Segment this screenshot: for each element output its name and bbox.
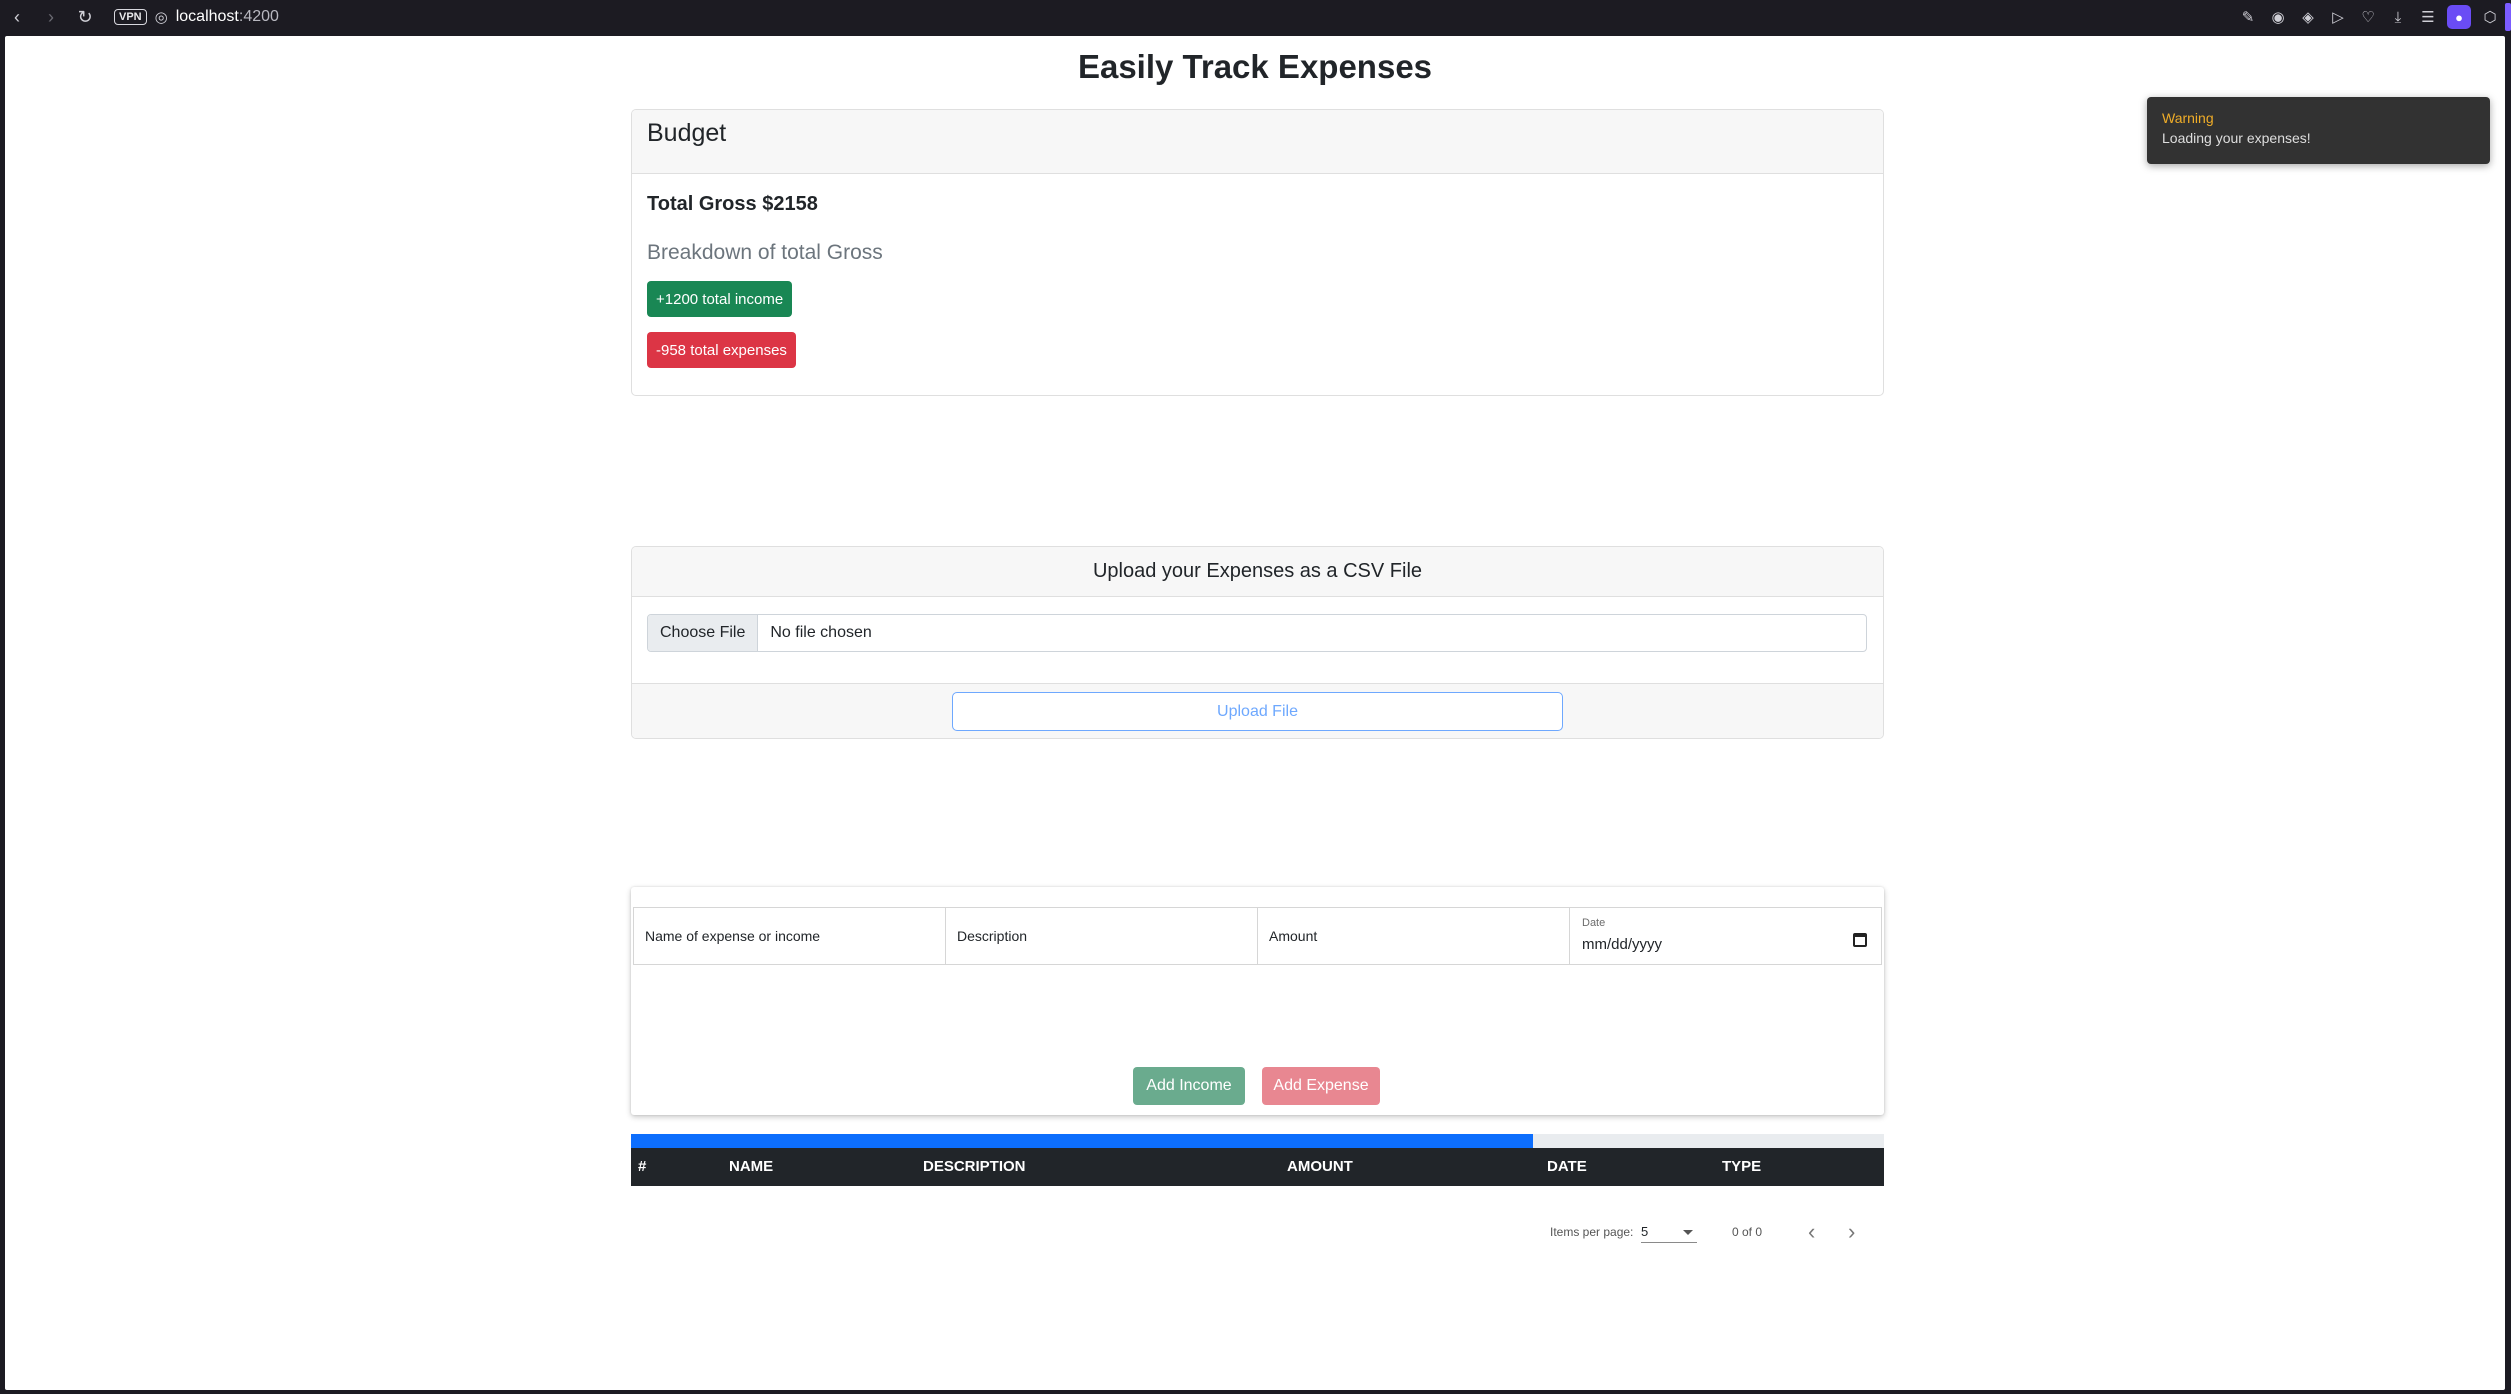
- profile-icon[interactable]: ●: [2447, 5, 2471, 29]
- amount-input[interactable]: Amount: [1258, 908, 1570, 964]
- loading-progress-bar: [631, 1134, 1884, 1148]
- camera-icon[interactable]: ◉: [2263, 0, 2293, 34]
- upload-card: Upload your Expenses as a CSV File Choos…: [631, 546, 1884, 739]
- page-viewport: Easily Track Expenses Budget Total Gross…: [5, 36, 2505, 1390]
- items-per-page-select[interactable]: 5: [1641, 1221, 1697, 1243]
- back-icon[interactable]: ‹: [0, 0, 34, 34]
- column-header-date[interactable]: DATE: [1547, 1158, 1587, 1175]
- description-placeholder: Description: [957, 928, 1028, 944]
- file-name-text: No file chosen: [770, 624, 872, 641]
- entry-form: Name of expense or income Description Am…: [631, 887, 1884, 1115]
- amount-placeholder: Amount: [1269, 928, 1318, 944]
- url-port: :4200: [238, 8, 279, 25]
- toast-message: Loading your expenses!: [2162, 130, 2311, 146]
- items-per-page-value: 5: [1641, 1224, 1649, 1239]
- choose-file-button[interactable]: Choose File: [648, 615, 759, 651]
- browser-toolbar: ‹ › ↻ VPN ◎ localhost:4200 ✎ ◉ ◈ ▷ ♡ ⤓ ☰…: [0, 0, 2511, 34]
- column-header-number[interactable]: #: [638, 1158, 646, 1175]
- reload-icon[interactable]: ↻: [68, 0, 102, 34]
- add-expense-button[interactable]: Add Expense: [1262, 1067, 1380, 1105]
- site-info-icon[interactable]: ◎: [155, 8, 168, 26]
- previous-page-icon[interactable]: ‹: [1808, 1219, 1815, 1245]
- vpn-badge[interactable]: VPN: [114, 9, 147, 25]
- address-bar[interactable]: localhost:4200: [176, 8, 279, 26]
- warning-toast[interactable]: Warning Loading your expenses!: [2147, 97, 2490, 164]
- column-header-type[interactable]: TYPE: [1722, 1158, 1761, 1175]
- column-header-description[interactable]: DESCRIPTION: [923, 1158, 1026, 1175]
- date-input[interactable]: Date mm/dd/yyyy: [1570, 908, 1881, 964]
- play-icon[interactable]: ▷: [2323, 0, 2353, 34]
- upload-file-button[interactable]: Upload File: [952, 692, 1563, 731]
- column-header-amount[interactable]: AMOUNT: [1287, 1158, 1353, 1175]
- forward-icon[interactable]: ›: [34, 0, 68, 34]
- heart-icon[interactable]: ♡: [2353, 0, 2383, 34]
- cube-icon[interactable]: ⬡: [2475, 0, 2505, 34]
- income-badge: +1200 total income: [647, 281, 793, 317]
- budget-header: Budget: [632, 110, 1883, 174]
- items-per-page-label: Items per page:: [1550, 1225, 1634, 1239]
- date-label: Date: [1582, 917, 1606, 929]
- paginator: Items per page: 5 0 of 0 ‹ ›: [5, 1217, 2505, 1247]
- next-page-icon[interactable]: ›: [1848, 1219, 1855, 1245]
- date-value: mm/dd/yyyy: [1582, 936, 1663, 953]
- add-income-button[interactable]: Add Income: [1133, 1067, 1245, 1105]
- expenses-table-header: # NAME DESCRIPTION AMOUNT DATE TYPE: [631, 1148, 1884, 1186]
- calendar-icon[interactable]: [1853, 933, 1867, 947]
- total-gross: Total Gross $2158: [647, 193, 818, 215]
- edit-icon[interactable]: ✎: [2233, 0, 2263, 34]
- url-host: localhost: [175, 8, 239, 25]
- description-input[interactable]: Description: [946, 908, 1258, 964]
- chevron-down-icon: [1683, 1230, 1693, 1235]
- upload-footer: Upload File: [632, 683, 1883, 738]
- budget-card: Budget Total Gross $2158 Breakdown of to…: [631, 109, 1884, 396]
- name-input[interactable]: Name of expense or income: [634, 908, 946, 964]
- download-icon[interactable]: ⤓: [2383, 0, 2413, 34]
- range-label: 0 of 0: [1732, 1225, 1763, 1239]
- sidebar-edge[interactable]: [2505, 3, 2511, 31]
- expense-badge: -958 total expenses: [647, 332, 796, 368]
- breakdown-title: Breakdown of total Gross: [647, 241, 883, 264]
- toast-title: Warning: [2162, 110, 2214, 126]
- progress-fill: [631, 1134, 1534, 1148]
- name-placeholder: Name of expense or income: [645, 928, 821, 944]
- menu-icon[interactable]: ☰: [2413, 0, 2443, 34]
- upload-header: Upload your Expenses as a CSV File: [632, 547, 1883, 597]
- shield-icon[interactable]: ◈: [2293, 0, 2323, 34]
- file-input[interactable]: Choose File No file chosen: [647, 614, 1867, 652]
- entry-fields: Name of expense or income Description Am…: [633, 907, 1882, 965]
- page-title: Easily Track Expenses: [1077, 48, 1433, 85]
- column-header-name[interactable]: NAME: [729, 1158, 773, 1175]
